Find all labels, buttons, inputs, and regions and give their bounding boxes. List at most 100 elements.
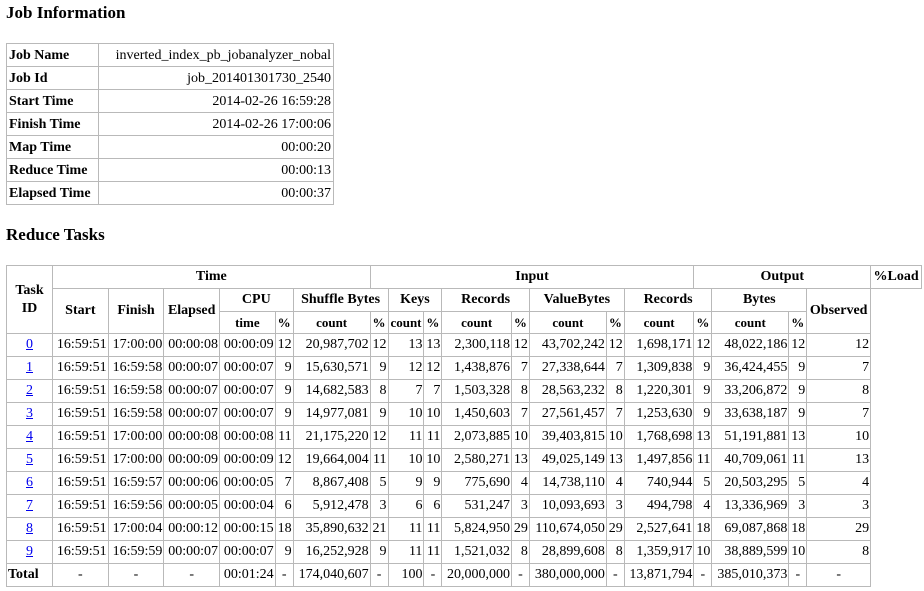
task-id-link[interactable]: 4 <box>26 429 33 444</box>
out-records-count-cell: 1,698,171 <box>623 333 695 357</box>
records-count-cell: 2,073,885 <box>441 425 512 449</box>
out-records-count-cell: 494,798 <box>623 494 695 518</box>
out-records-pct-cell: 12 <box>693 333 713 357</box>
shuffle-pct-cell: 9 <box>369 356 389 380</box>
job-info-row: Map Time 00:00:20 <box>5 135 334 159</box>
task-id-link[interactable]: 7 <box>26 498 33 513</box>
out-records-count-cell: 1,253,630 <box>623 402 695 426</box>
cpu-pct-cell: 6 <box>274 494 294 518</box>
total-cpu-pct-cell: - <box>274 563 294 587</box>
valuebytes-count-cell: 10,093,693 <box>528 494 607 518</box>
task-id-link[interactable]: 6 <box>26 475 33 490</box>
out-bytes-count-cell: 69,087,868 <box>711 517 790 541</box>
cpu-pct-cell: 18 <box>274 517 294 541</box>
task-row: 1 16:59:51 16:59:58 00:00:07 00:00:07 9 15,630… <box>6 356 922 380</box>
out-records-pct-cell: 9 <box>693 402 713 426</box>
finish-cell: 17:00:00 <box>107 425 165 449</box>
time-group-header: Time <box>52 265 371 289</box>
finish-cell: 16:59:58 <box>107 402 165 426</box>
task-id-link[interactable]: 5 <box>26 452 33 467</box>
elapsed-cell: 00:00:05 <box>163 494 221 518</box>
elapsed-cell: 00:00:07 <box>163 356 221 380</box>
shuffle-count-cell: 5,912,478 <box>292 494 371 518</box>
start-header: Start <box>52 288 109 334</box>
valuebytes-count-cell: 28,899,608 <box>528 540 607 564</box>
job-info-label: Elapsed Time <box>5 181 100 205</box>
records-header: Records <box>441 288 530 312</box>
out-records-count-cell: 1,768,698 <box>623 425 695 449</box>
task-id-link[interactable]: 1 <box>26 360 33 375</box>
keys-count-cell: 11 <box>387 517 425 541</box>
out-bytes-count-cell: 51,191,881 <box>711 425 790 449</box>
out-records-pct-cell: 9 <box>693 379 713 403</box>
keys-count-cell: 9 <box>387 471 425 495</box>
cpu-pct-cell: 7 <box>274 471 294 495</box>
shuffle-count-cell: 21,175,220 <box>292 425 371 449</box>
job-info-value: 00:00:13 <box>98 158 334 182</box>
job-info-value: inverted_index_pb_jobanalyzer_nobal <box>98 43 334 67</box>
records-count-cell: 2,300,118 <box>441 333 512 357</box>
records-pct-cell: 12 <box>510 333 530 357</box>
records-pct-cell: 8 <box>510 540 530 564</box>
task-id-link[interactable]: 2 <box>26 383 33 398</box>
task-id-cell: 9 <box>6 540 53 564</box>
cpu-time-cell: 00:00:08 <box>219 425 276 449</box>
job-info-label: Start Time <box>5 89 100 113</box>
load-observed-cell: 7 <box>806 402 872 426</box>
cpu-pct-cell: 9 <box>274 356 294 380</box>
total-out-records-count-cell: 13,871,794 <box>623 563 695 587</box>
start-cell: 16:59:51 <box>52 448 109 472</box>
job-info-value: job_201401301730_2540 <box>98 66 334 90</box>
keys-pct-subheader: % <box>423 311 443 334</box>
output-group-header: Output <box>693 265 872 289</box>
records-pct-cell: 7 <box>510 402 530 426</box>
cpu-pct-cell: 9 <box>274 402 294 426</box>
out-bytes-pct-cell: 9 <box>788 402 808 426</box>
task-id-link[interactable]: 9 <box>26 544 33 559</box>
records-count-cell: 1,438,876 <box>441 356 512 380</box>
valuebytes-pct-cell: 7 <box>605 402 625 426</box>
keys-count-subheader: count <box>387 311 425 334</box>
records-pct-cell: 8 <box>510 379 530 403</box>
keys-pct-cell: 10 <box>423 448 443 472</box>
task-id-link[interactable]: 8 <box>26 521 33 536</box>
shuffle-count-cell: 19,664,004 <box>292 448 371 472</box>
keys-count-cell: 7 <box>387 379 425 403</box>
keys-pct-cell: 11 <box>423 425 443 449</box>
finish-cell: 17:00:04 <box>107 517 165 541</box>
task-id-cell: 6 <box>6 471 53 495</box>
out-records-count-cell: 1,359,917 <box>623 540 695 564</box>
valuebytes-count-cell: 27,561,457 <box>528 402 607 426</box>
keys-pct-cell: 11 <box>423 517 443 541</box>
job-info-row: Job Id job_201401301730_2540 <box>5 66 334 90</box>
cpu-pct-cell: 12 <box>274 448 294 472</box>
elapsed-cell: 00:00:12 <box>163 517 221 541</box>
cpu-time-subheader: time <box>219 311 276 334</box>
load-observed-cell: 12 <box>806 333 872 357</box>
total-shuffle-count-cell: 174,040,607 <box>292 563 371 587</box>
valuebytes-count-cell: 110,674,050 <box>528 517 607 541</box>
task-id-link[interactable]: 0 <box>26 337 33 352</box>
output-bytes-header: Bytes <box>711 288 808 312</box>
task-id-link[interactable]: 3 <box>26 406 33 421</box>
keys-pct-cell: 11 <box>423 540 443 564</box>
records-count-cell: 1,503,328 <box>441 379 512 403</box>
shuffle-pct-cell: 12 <box>369 425 389 449</box>
keys-pct-cell: 6 <box>423 494 443 518</box>
shuffle-count-cell: 8,867,408 <box>292 471 371 495</box>
out-bytes-count-cell: 40,709,061 <box>711 448 790 472</box>
start-cell: 16:59:51 <box>52 333 109 357</box>
keys-count-cell: 10 <box>387 448 425 472</box>
records-pct-cell: 29 <box>510 517 530 541</box>
cpu-time-cell: 00:00:07 <box>219 402 276 426</box>
job-info-label: Reduce Time <box>5 158 100 182</box>
valuebytes-pct-cell: 13 <box>605 448 625 472</box>
out-bytes-count-cell: 48,022,186 <box>711 333 790 357</box>
cpu-pct-subheader: % <box>274 311 294 334</box>
elapsed-cell: 00:00:07 <box>163 540 221 564</box>
out-bytes-pct-subheader: % <box>788 311 808 334</box>
finish-cell: 16:59:58 <box>107 379 165 403</box>
task-row: 9 16:59:51 16:59:59 00:00:07 00:00:07 9 16,252… <box>6 540 922 564</box>
finish-header: Finish <box>107 288 165 334</box>
out-records-pct-cell: 10 <box>693 540 713 564</box>
